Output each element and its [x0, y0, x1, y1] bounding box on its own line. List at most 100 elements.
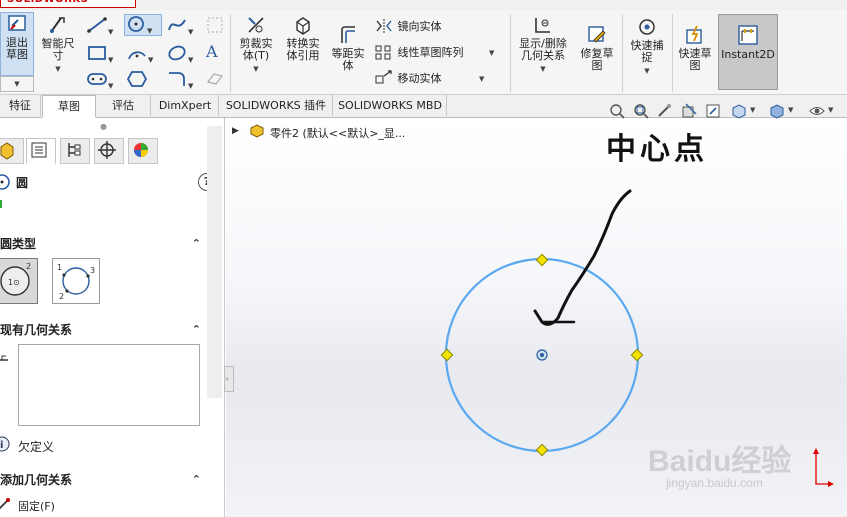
appearance-pie-icon [134, 143, 148, 157]
add-relations-section[interactable]: 添加几何关系 ⌃ [0, 470, 207, 490]
quick-snaps-icon [639, 19, 655, 35]
ribbon-separator [672, 14, 673, 92]
tab-solidworks-mbd[interactable]: SOLIDWORKS MBD [334, 95, 447, 116]
display-manager-tab[interactable] [128, 138, 158, 164]
quadrant-point-right[interactable] [630, 348, 644, 362]
move-entities-icon [375, 70, 392, 84]
fillet-tool[interactable]: ▼ [166, 70, 200, 90]
section-view-icon[interactable] [680, 102, 698, 123]
move-entities-button[interactable]: 移动实体 ▼ [374, 70, 508, 88]
chevron-down-icon[interactable]: ▼ [750, 106, 755, 114]
section-title: 现有几何关系 [0, 323, 73, 337]
linear-pattern-button[interactable]: 线性草图阵列 ▼ [374, 44, 508, 62]
ok-check-icon[interactable] [0, 200, 2, 208]
quadrant-point-top[interactable] [535, 253, 549, 267]
trim-entities-button[interactable]: 剪裁实体(T) ▼ [234, 14, 278, 92]
mirror-label: 镜向实体 [397, 20, 442, 33]
tab-features[interactable]: 特征 [0, 95, 41, 116]
chevron-down-icon: ▼ [188, 82, 194, 90]
line-tool[interactable]: ▼ [86, 16, 120, 36]
quadrant-point-bottom[interactable] [535, 443, 549, 457]
text-icon: A [206, 42, 218, 61]
exit-sketch-button[interactable]: 退出草图 [0, 12, 34, 76]
previous-view-icon[interactable] [656, 102, 674, 123]
tab-label: 草图 [58, 100, 80, 113]
feature-manager-tab[interactable] [0, 138, 24, 164]
graphics-area[interactable]: ▶ 零件2 (默认<<默认>_显... ▼ ▼ ▼ 中心点 Baidu经验 ji… [226, 103, 847, 517]
smart-dimension-button[interactable]: 智能尺寸 ▼ [38, 14, 78, 90]
circle-icon [128, 16, 144, 32]
instant2d-button[interactable]: Instant2D [718, 14, 778, 90]
panel-scrollbar[interactable] [207, 126, 222, 398]
display-delete-relations-button[interactable]: 显示/删除几何关系 ▼ [514, 14, 572, 92]
arc-tool[interactable]: ▼ [126, 44, 160, 64]
zoom-to-area-icon[interactable] [632, 102, 650, 123]
dimxpert-manager-tab[interactable] [94, 138, 124, 164]
tab-label: 评估 [112, 99, 134, 112]
property-manager-tab[interactable] [26, 138, 56, 164]
ellipse-icon [168, 45, 186, 61]
configuration-manager-tab[interactable] [60, 138, 90, 164]
ribbon-separator [230, 14, 231, 92]
heads-up-view-toolbar: ▼ ▼ ▼ [608, 102, 844, 122]
grid-icon [207, 17, 223, 33]
repair-sketch-button[interactable]: 修复草图 [576, 24, 618, 84]
rapid-sketch-button[interactable]: 快速草图 [674, 24, 716, 84]
offset-entities-button[interactable]: 等距实体 [326, 24, 370, 84]
trim-icon [248, 17, 264, 33]
panel-collapse-handle[interactable]: › [224, 366, 234, 392]
polygon-tool[interactable] [126, 70, 160, 88]
fix-relation-button[interactable]: 固定(F) [18, 498, 55, 514]
tab-dimxpert[interactable]: DimXpert [152, 95, 219, 116]
plane-tool[interactable] [206, 70, 226, 88]
chevron-down-icon[interactable]: ▼ [788, 106, 793, 114]
tab-solidworks-addins[interactable]: SOLIDWORKS 插件 [220, 95, 333, 116]
chevron-down-icon[interactable]: ▼ [828, 106, 833, 114]
text-tool[interactable]: A [206, 42, 226, 61]
mirror-entities-button[interactable]: 镜向实体 [374, 18, 504, 36]
ellipse-tool[interactable]: ▼ [166, 44, 200, 64]
slot-tool[interactable]: ▼ [86, 70, 120, 90]
spline-tool[interactable]: ▼ [166, 16, 200, 36]
chevron-down-icon: ▼ [253, 65, 259, 73]
part-tree-label[interactable]: 零件2 (默认<<默认>_显... [270, 125, 405, 141]
convert-entities-button[interactable]: 转换实体引用 [282, 14, 324, 84]
svg-text:2: 2 [26, 262, 31, 271]
dynamic-annotation-view-icon[interactable] [704, 102, 722, 123]
status-text: 欠定义 [18, 440, 55, 454]
display-style-icon[interactable] [768, 102, 786, 123]
exit-sketch-label: 退出草图 [6, 36, 28, 61]
tree-expand-icon[interactable]: ▶ [232, 126, 239, 136]
center-point-dot [540, 353, 544, 357]
info-icon: i [0, 436, 10, 455]
chevron-down-icon: ▼ [108, 56, 114, 64]
circle-type-section[interactable]: 圆类型 ⌃ [0, 234, 207, 254]
configuration-icon [68, 143, 81, 157]
section-title: 圆类型 [0, 237, 37, 251]
chevron-down-icon: ▼ [188, 28, 194, 36]
perimeter-circle-option[interactable]: 1 3 2 [52, 258, 100, 304]
tab-evaluate[interactable]: 评估 [96, 95, 151, 116]
sketch-fillet-icon [169, 72, 185, 86]
relation-icon [0, 346, 10, 365]
convert-label: 转换实体引用 [286, 37, 320, 62]
hide-show-items-icon[interactable] [808, 102, 826, 123]
rapid-sketch-icon [686, 25, 702, 44]
existing-relations-list[interactable] [18, 344, 200, 426]
origin-arrow-right-icon [828, 481, 834, 487]
quadrant-point-left[interactable] [440, 348, 454, 362]
tab-sketch[interactable]: 草图 [42, 95, 96, 118]
section-title: 添加几何关系 [0, 473, 73, 487]
annotation-arrow [533, 189, 632, 326]
view-orientation-icon[interactable] [730, 102, 748, 123]
existing-relations-section[interactable]: 现有几何关系 ⌃ [0, 320, 207, 340]
zoom-to-fit-icon[interactable] [608, 102, 626, 123]
construction-grid-tool[interactable] [206, 16, 226, 34]
chevron-up-icon: ⌃ [191, 237, 201, 250]
quick-snaps-button[interactable]: 快速捕捉 ▼ [626, 16, 668, 92]
rectangle-tool[interactable]: ▼ [86, 44, 120, 64]
circle-tool[interactable]: ▼ [124, 14, 162, 36]
exit-sketch-dropdown[interactable]: ▼ [0, 76, 34, 92]
panel-grip-icon[interactable]: ● [100, 122, 107, 131]
center-circle-option[interactable]: 1⊙ 2 [0, 258, 38, 304]
